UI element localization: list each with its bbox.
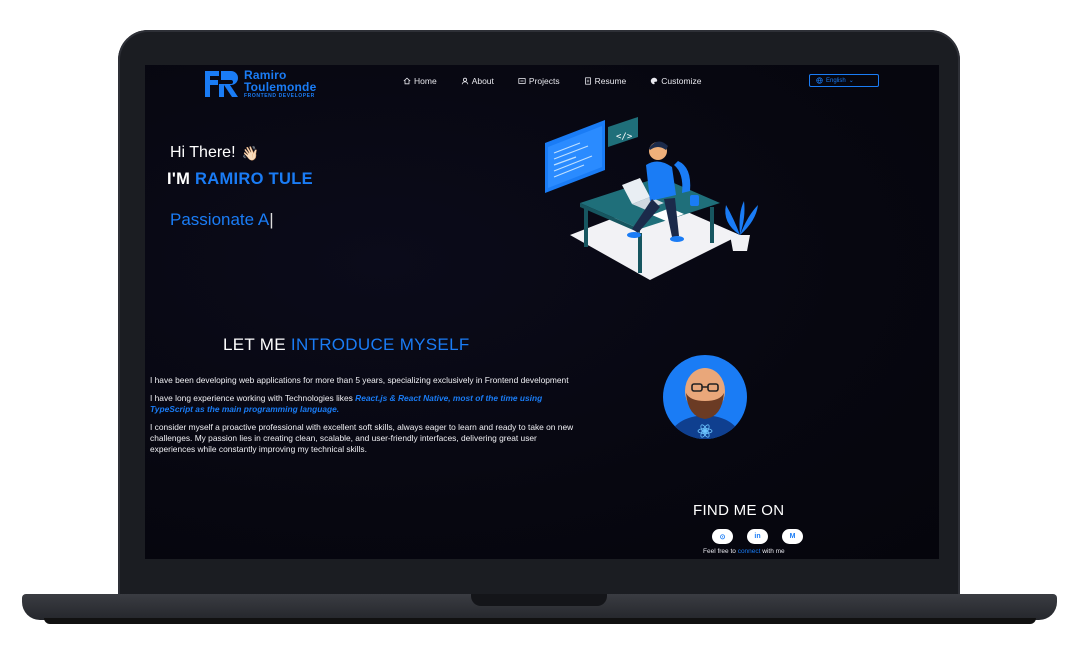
nav-home[interactable]: Home (403, 76, 437, 86)
palette-icon (651, 77, 658, 85)
medium-icon: M (789, 533, 796, 540)
connect-link[interactable]: connect (738, 548, 761, 555)
typing-cursor: | (269, 210, 274, 229)
nav-home-label: Home (414, 76, 437, 86)
typed-text: Passionate A (170, 210, 270, 229)
language-select[interactable]: English ⌄ (809, 74, 879, 87)
hero-name: RAMIRO TULE (195, 170, 313, 188)
connect-text: Feel free to connect with me (703, 548, 785, 555)
brand-name-line2: Toulemonde (244, 80, 317, 94)
im-prefix: I'M (167, 170, 196, 188)
projects-icon (518, 78, 526, 84)
medium-link[interactable]: M (782, 529, 803, 544)
intro-p2-prefix: I have long experience working with Tech… (150, 393, 356, 404)
intro-paragraph-2: I have long experience working with Tech… (150, 393, 580, 415)
avatar (663, 355, 747, 439)
intro-title-prefix: LET ME (223, 335, 291, 354)
linkedin-link[interactable]: in (747, 529, 768, 544)
user-icon (461, 77, 468, 85)
social-links: ⊙ in M (712, 529, 803, 544)
intro-body: I have been developing web applications … (150, 375, 580, 463)
globe-icon (816, 77, 823, 84)
language-label: English (826, 77, 846, 84)
developer-desk-illustration: </> (545, 117, 758, 280)
nav-projects[interactable]: Projects (518, 76, 560, 86)
rt-monogram-icon (205, 71, 238, 97)
nav-resume-label: Resume (594, 76, 627, 86)
brand-subtitle: FRONTEND DEVELOPER (244, 93, 315, 99)
nav-projects-label: Projects (528, 76, 560, 86)
nav-about[interactable]: About (461, 76, 494, 86)
brand-logo[interactable]: Ramiro Toulemonde FRONTEND DEVELOPER (203, 67, 316, 101)
laptop-base-shadow (44, 618, 1036, 624)
intro-heading: LET ME INTRODUCE MYSELF (223, 335, 470, 355)
main-nav: Home About Projects Resume Customize (403, 76, 701, 86)
connect-prefix: Feel free to (703, 548, 738, 555)
svg-text:</>: </> (616, 132, 633, 142)
intro-title-accent: INTRODUCE MYSELF (290, 335, 470, 354)
typewriter-text: Passionate A| (170, 210, 274, 230)
home-icon (403, 77, 411, 85)
waving-hand-icon: 👋🏻 (241, 144, 259, 161)
chevron-down-icon: ⌄ (848, 78, 854, 84)
github-icon: ⊙ (719, 533, 726, 541)
nav-customize-label: Customize (661, 76, 702, 86)
greeting-text: Hi There! (170, 144, 236, 161)
nav-customize[interactable]: Customize (650, 76, 701, 86)
intro-paragraph-3: I consider myself a proactive profession… (150, 422, 574, 455)
hero-name-line: I'M RAMIRO TULE (167, 170, 313, 189)
document-icon (584, 77, 591, 85)
linkedin-icon: in (754, 533, 761, 540)
intro-paragraph-1: I have been developing web applications … (150, 375, 569, 385)
connect-suffix: with me (760, 548, 785, 555)
hero-greeting: Hi There! 👋🏻 (170, 144, 259, 162)
nav-about-label: About (471, 76, 494, 86)
github-link[interactable]: ⊙ (712, 529, 733, 544)
nav-resume[interactable]: Resume (584, 76, 627, 86)
laptop-notch (471, 594, 607, 606)
find-me-heading: FIND ME ON (693, 502, 785, 519)
laptop-screen: Ramiro Toulemonde FRONTEND DEVELOPER Hom… (145, 65, 939, 559)
